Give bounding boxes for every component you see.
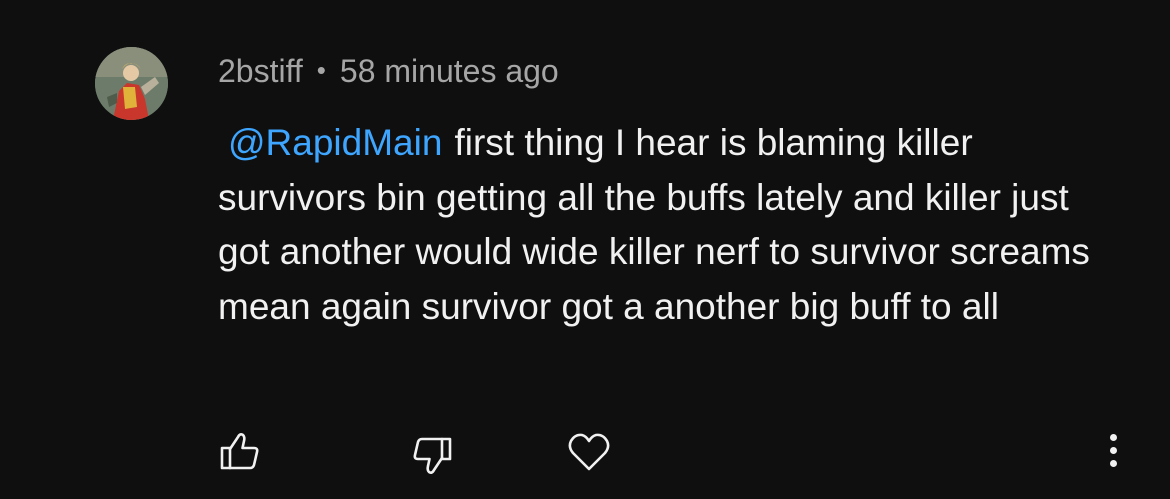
author-name[interactable]: 2bstiff — [218, 53, 303, 89]
avatar-image — [95, 47, 168, 120]
avatar[interactable] — [95, 47, 168, 120]
heart-icon[interactable] — [567, 432, 611, 472]
comment-body: @RapidMain first thing I hear is blaming … — [218, 116, 1128, 334]
comment-meta: 2bstiff • 58 minutes ago — [218, 53, 559, 90]
comment-card: 2bstiff • 58 minutes ago @RapidMain first t… — [0, 0, 1170, 499]
thumbs-up-icon[interactable] — [219, 431, 261, 471]
meta-separator: • — [316, 55, 326, 85]
mention-link[interactable]: @RapidMain — [228, 122, 442, 163]
more-vertical-icon[interactable] — [1102, 430, 1126, 470]
thumbs-down-icon[interactable] — [411, 436, 453, 476]
comment-timestamp[interactable]: 58 minutes ago — [340, 53, 559, 89]
